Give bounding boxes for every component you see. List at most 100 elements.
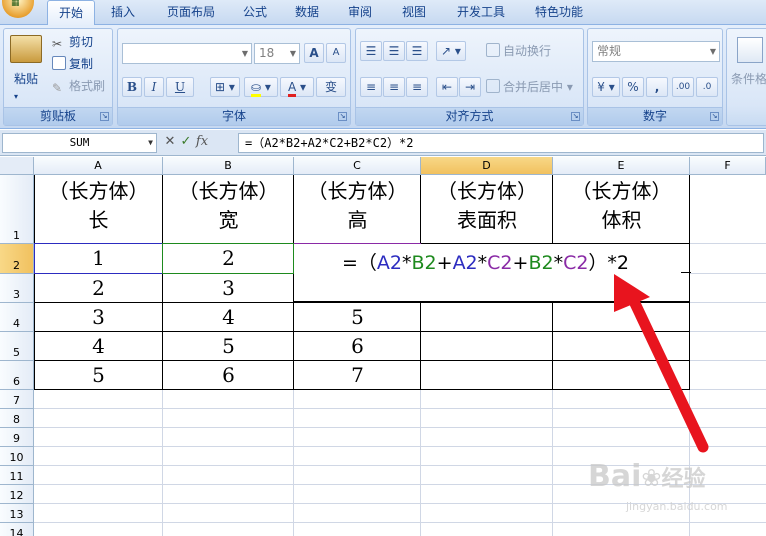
bold-button[interactable]: B	[122, 77, 142, 97]
wrap-text-label: 自动换行	[503, 44, 552, 58]
orientation-button[interactable]: ↗ ▾	[436, 41, 466, 61]
merge-center-label: 合并后居中	[503, 80, 564, 94]
font-group-label: 字体	[118, 107, 350, 125]
format-painter-button[interactable]: ✎ 格式刷	[52, 76, 105, 96]
font-name-dropdown-icon: ▼	[241, 49, 249, 58]
decrease-decimal-button[interactable]: .0	[696, 77, 718, 97]
font-color-icon: A	[287, 80, 297, 97]
tab-page-layout[interactable]: 页面布局	[156, 0, 226, 25]
font-group: ▼ 18 ▼ A A B I U ⊞ ▾ ⛀ ▾ A ▾ 变 字体 ↘	[117, 28, 351, 126]
tab-insert[interactable]: 插入	[100, 0, 146, 25]
wrap-text-icon	[486, 43, 500, 57]
office-logo-icon: ▦	[11, 0, 20, 8]
formula-input[interactable]: =（A2*B2+A2*C2+B2*C2）*2	[238, 133, 764, 153]
fill-color-button[interactable]: ⛀ ▾	[244, 77, 278, 97]
worksheet-grid[interactable]: ABCDEF 1 2 3 4 5 6 7 8 9 10 11 12 13 14 （长方体）长（长方体）宽（…	[0, 157, 766, 536]
ribbon: 粘贴 ▾ ✂ 剪切 复制 ✎ 格式刷 剪贴板 ↘ ▼ 18 ▼ A A B I U ⊞…	[0, 25, 766, 129]
align-middle-icon: ☰	[388, 44, 400, 58]
phonetic-button[interactable]: 变	[316, 77, 346, 97]
number-launcher-icon[interactable]: ↘	[710, 112, 719, 121]
alignment-group: ☰ ☰ ☰ ↗ ▾ 自动换行 ≡ ≡ ≡ ⇤ ⇥ 合并后居中 ▾ 对齐方式 ↘	[355, 28, 584, 126]
merge-center-icon	[486, 79, 500, 93]
font-size-value: 18	[259, 46, 275, 60]
alignment-launcher-icon[interactable]: ↘	[571, 112, 580, 121]
fill-bucket-icon: ⛀	[251, 80, 262, 97]
tab-developer[interactable]: 开发工具	[446, 0, 516, 25]
watermark-brand-text: Bai	[588, 459, 642, 494]
number-format-dropdown-icon: ▼	[709, 47, 717, 56]
align-left-button[interactable]: ≡	[360, 77, 382, 97]
ribbon-tab-bar: ▦ 开始 插入 页面布局 公式 数据 审阅 视图 开发工具 特色功能	[0, 0, 766, 26]
enter-icon[interactable]: ✓	[178, 134, 194, 149]
tab-home[interactable]: 开始	[47, 0, 95, 26]
align-bottom-button[interactable]: ☰	[406, 41, 428, 61]
accounting-button[interactable]: ¥ ▾	[592, 77, 620, 97]
tab-data[interactable]: 数据	[285, 0, 329, 25]
conditional-format-icon	[737, 37, 763, 63]
cancel-icon[interactable]: ✕	[162, 134, 178, 149]
paste-dropdown-icon[interactable]: ▾	[14, 87, 18, 107]
font-name-combo[interactable]: ▼	[122, 43, 252, 64]
conditional-format-button[interactable]: 条件格	[731, 69, 766, 89]
cut-label: 剪切	[69, 35, 94, 49]
name-box-value: SUM	[69, 136, 90, 149]
align-center-icon: ≡	[388, 80, 400, 94]
paw-icon: ❀	[641, 464, 662, 492]
comma-button[interactable]: ,	[646, 77, 668, 97]
number-format-combo[interactable]: 常规 ▼	[592, 41, 720, 62]
brush-icon: ✎	[52, 81, 63, 95]
watermark-brand: Bai❀经验	[588, 459, 706, 494]
borders-icon: ⊞ ▾	[215, 80, 235, 94]
font-launcher-icon[interactable]: ↘	[338, 112, 347, 121]
clipboard-group-label: 剪贴板	[4, 107, 112, 125]
copy-icon	[52, 56, 66, 70]
arrow-shaft	[626, 291, 709, 453]
shrink-font-button[interactable]: A	[326, 43, 346, 63]
office-button[interactable]: ▦	[2, 0, 34, 18]
merge-center-button[interactable]: 合并后居中 ▾	[486, 77, 573, 97]
font-size-dropdown-icon: ▼	[289, 49, 297, 58]
align-bottom-icon: ☰	[411, 44, 423, 58]
decrease-indent-icon: ⇤	[441, 80, 453, 94]
format-painter-label: 格式刷	[69, 79, 106, 93]
percent-button[interactable]: %	[622, 77, 644, 97]
number-group-label: 数字	[588, 107, 722, 125]
italic-button[interactable]: I	[144, 77, 164, 97]
tab-view[interactable]: 视图	[392, 0, 436, 25]
tab-review[interactable]: 审阅	[338, 0, 382, 25]
name-box-dropdown-icon: ▼	[148, 138, 153, 147]
increase-decimal-button[interactable]: .00	[672, 77, 694, 97]
number-group: 常规 ▼ ¥ ▾ % , .00 .0 数字 ↘	[587, 28, 723, 126]
phonetic-label: 变	[324, 80, 337, 94]
font-color-button[interactable]: A ▾	[280, 77, 314, 97]
clipboard-group: 粘贴 ▾ ✂ 剪切 复制 ✎ 格式刷 剪贴板 ↘	[3, 28, 113, 126]
align-top-icon: ☰	[365, 44, 377, 58]
name-box[interactable]: SUM ▼	[2, 133, 157, 153]
increase-indent-icon: ⇥	[464, 80, 476, 94]
clipboard-launcher-icon[interactable]: ↘	[100, 112, 109, 121]
borders-button[interactable]: ⊞ ▾	[210, 77, 240, 97]
align-right-button[interactable]: ≡	[406, 77, 428, 97]
decrease-indent-button[interactable]: ⇤	[436, 77, 458, 97]
underline-button[interactable]: U	[166, 77, 194, 97]
align-middle-button[interactable]: ☰	[383, 41, 405, 61]
cut-button[interactable]: ✂ 剪切	[52, 32, 93, 52]
tab-special-features[interactable]: 特色功能	[524, 0, 594, 25]
align-center-button[interactable]: ≡	[383, 77, 405, 97]
number-format-value: 常规	[597, 44, 622, 58]
copy-button[interactable]: 复制	[52, 54, 93, 74]
formula-bar: SUM ▼ ✕ ✓ fx =（A2*B2+A2*C2+B2*C2）*2	[0, 130, 766, 156]
align-right-icon: ≡	[411, 80, 423, 94]
increase-indent-button[interactable]: ⇥	[459, 77, 481, 97]
paste-icon	[10, 35, 42, 63]
tab-formulas[interactable]: 公式	[234, 0, 276, 25]
watermark-url: jingyan.baidu.com	[626, 500, 728, 513]
paste-button[interactable]: 粘贴	[14, 69, 38, 89]
font-size-combo[interactable]: 18 ▼	[254, 43, 300, 64]
alignment-group-label: 对齐方式	[356, 107, 583, 125]
align-top-button[interactable]: ☰	[360, 41, 382, 61]
grow-font-button[interactable]: A	[304, 43, 324, 63]
insert-function-icon[interactable]: fx	[194, 134, 210, 149]
copy-label: 复制	[69, 57, 94, 71]
wrap-text-button[interactable]: 自动换行	[486, 41, 551, 61]
